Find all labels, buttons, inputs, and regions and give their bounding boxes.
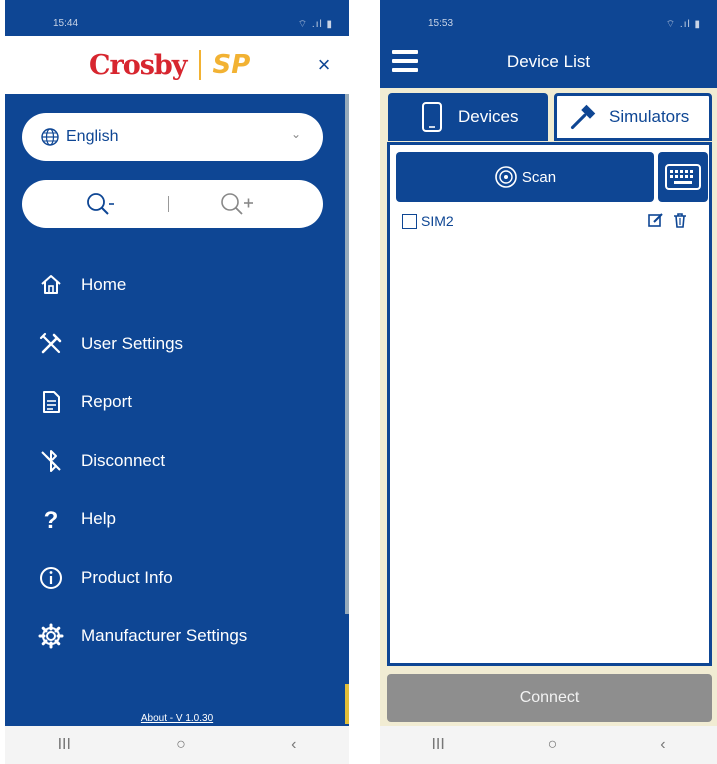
tab-devices[interactable]: Devices [388,93,548,141]
hammer-icon [570,104,596,130]
question-icon: ? [44,507,59,533]
status-time: 15:53 [428,18,454,29]
connect-label: Connect [519,689,580,706]
crosby-sp-logo: Crosby SP [89,46,250,84]
menu-item-help[interactable]: ? Help [5,490,345,549]
zoom-divider [168,196,169,212]
recent-apps-button[interactable]: III [431,736,444,754]
device-name: SIM2 [421,213,454,229]
device-checkbox[interactable] [402,213,417,229]
status-icons: ⌔ .ıl ▮ [297,19,333,30]
tab-label: Devices [458,107,519,126]
zoom-control [22,180,323,228]
zoom-out-icon[interactable] [84,190,120,218]
back-button[interactable]: ‹ [291,736,296,754]
scan-button[interactable]: Scan [396,152,654,202]
menu-item-disconnect[interactable]: Disconnect [5,432,345,491]
drawer-header: Crosby SP × [5,36,349,94]
app-bar: Device List [380,36,717,88]
menu-item-report[interactable]: Report [5,373,345,432]
scan-label: Scan [521,168,557,186]
bluetooth-off-icon [41,449,61,472]
menu-item-user-settings[interactable]: User Settings [5,315,345,374]
edit-icon[interactable] [648,212,664,228]
recent-apps-button[interactable]: III [58,736,71,754]
page-title: Device List [506,52,591,71]
menu-item-product-info[interactable]: Product Info [5,549,345,608]
list-item[interactable]: SIM2 [402,211,702,231]
device-list-screen: 15:53 ⌔ .ıl ▮ Device List Devices Simula… [380,0,717,764]
logo-divider [198,50,201,80]
menu-item-manufacturer-settings[interactable]: Manufacturer Settings [5,607,345,666]
language-value: English [66,128,119,145]
info-icon [40,566,62,589]
keyboard-icon [665,164,701,190]
document-icon [43,391,60,414]
logo-crosby-text: Crosby [89,49,187,81]
language-select[interactable]: English ⌄ [22,113,323,161]
tab-label: Simulators [609,107,690,126]
gear-icon [38,623,64,649]
status-bar: 15:53 ⌔ .ıl ▮ [380,0,717,36]
svg-text:?: ? [44,507,59,533]
status-time: 15:44 [53,18,79,29]
menu-item-home[interactable]: Home [5,256,345,315]
tab-simulators[interactable]: Simulators [554,93,712,141]
menu-item-label: Disconnect [81,450,166,470]
drawer-menu: Home User Settings Report Disconnect ? H… [5,256,345,666]
manual-entry-keyboard-button[interactable] [658,152,708,202]
home-icon [41,275,61,295]
zoom-in-icon[interactable] [218,190,258,218]
menu-item-label: User Settings [81,333,184,353]
device-list-panel: Scan SIM2 [387,142,712,666]
drawer-edge-shadow [345,94,349,614]
globe-icon [41,128,59,146]
menu-item-label: Help [81,509,116,529]
close-icon: × [317,52,331,77]
menu-item-label: Manufacturer Settings [81,626,248,646]
navigation-drawer-screen: 15:44 ⌔ .ıl ▮ Crosby SP × English ⌄ Home… [5,0,349,764]
menu-item-label: Home [81,275,127,295]
tools-icon [39,332,62,354]
chevron-down-icon: ⌄ [290,127,301,141]
status-bar: 15:44 ⌔ .ıl ▮ [5,0,349,36]
about-version-link[interactable]: About - V 1.0.30 [5,713,349,724]
status-icons: ⌔ .ıl ▮ [665,19,701,30]
connect-button[interactable]: Connect [387,674,712,722]
logo-sp-text: SP [212,50,251,80]
system-nav-bar: III ○ ‹ [5,726,349,764]
system-nav-bar: III ○ ‹ [380,726,717,764]
scan-radar-icon [495,166,517,188]
menu-item-label: Report [81,392,133,412]
close-drawer-button[interactable]: × [309,50,339,80]
menu-item-label: Product Info [81,567,173,587]
back-button[interactable]: ‹ [660,736,665,754]
home-nav-button[interactable]: ○ [548,736,558,754]
trash-icon[interactable] [672,212,688,228]
home-nav-button[interactable]: ○ [176,736,186,754]
phone-icon [422,102,442,132]
